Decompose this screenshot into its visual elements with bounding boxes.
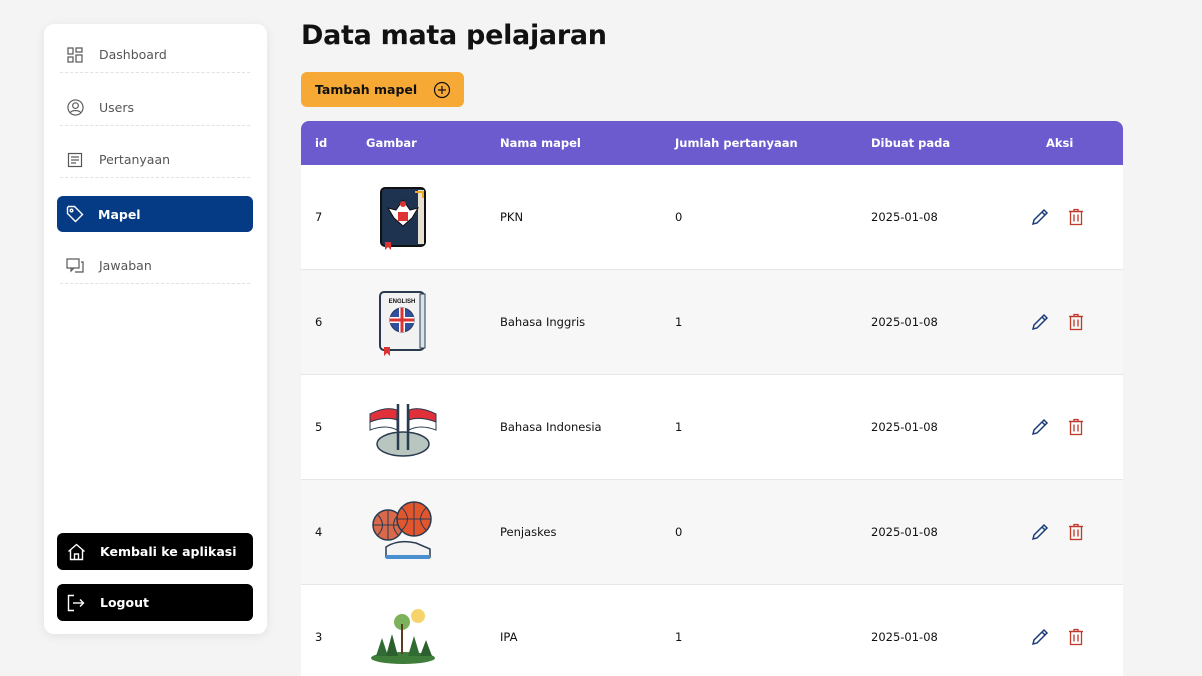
page-title: Data mata pelajaran [301, 20, 607, 51]
table-row: 5 Bahasa Indonesia 1 2025-01-08 [301, 375, 1123, 480]
home-icon [66, 542, 86, 562]
table-row: 6 ENGLISH Bahasa Inggris 1 2025-01-08 [301, 270, 1123, 375]
sports-balls-icon [368, 480, 438, 584]
pencil-icon [1031, 313, 1049, 331]
sidebar-item-label: Jawaban [99, 258, 152, 273]
edit-button[interactable] [1031, 270, 1049, 374]
logout-label: Logout [100, 595, 149, 610]
indonesia-flags-icon [368, 375, 438, 479]
table-row: 4 Penjaskes 0 2025-01-08 [301, 480, 1123, 585]
sidebar-item-label: Dashboard [99, 47, 167, 62]
edit-button[interactable] [1031, 165, 1049, 269]
row-created: 2025-01-08 [871, 315, 938, 329]
pencil-icon [1031, 523, 1049, 541]
row-count: 0 [675, 210, 683, 224]
user-circle-icon [66, 99, 84, 117]
pencil-icon [1031, 628, 1049, 646]
delete-button[interactable] [1068, 270, 1084, 374]
row-count: 0 [675, 525, 683, 539]
logout-button[interactable]: Logout [57, 584, 253, 621]
document-icon [66, 151, 84, 169]
pencil-icon [1031, 208, 1049, 226]
row-count: 1 [675, 630, 683, 644]
sidebar-item-dashboard[interactable]: Dashboard [60, 37, 250, 73]
delete-button[interactable] [1068, 585, 1084, 676]
row-id: 5 [315, 420, 323, 434]
table-row: 7 PKN 0 2025-01-08 [301, 165, 1123, 270]
sidebar-item-users[interactable]: Users [60, 90, 250, 126]
delete-button[interactable] [1068, 480, 1084, 584]
add-mapel-button[interactable]: Tambah mapel [301, 72, 464, 107]
sidebar-item-label: Pertanyaan [99, 152, 171, 167]
tag-icon [66, 205, 84, 223]
column-header-dibuat: Dibuat pada [871, 136, 951, 150]
row-id: 3 [315, 630, 323, 644]
row-id: 4 [315, 525, 323, 539]
plus-circle-icon [433, 81, 451, 99]
row-count: 1 [675, 315, 683, 329]
forest-icon [368, 585, 438, 676]
column-header-jumlah: Jumlah pertanyaan [675, 136, 798, 150]
row-count: 1 [675, 420, 683, 434]
back-to-app-button[interactable]: Kembali ke aplikasi [57, 533, 253, 570]
delete-button[interactable] [1068, 165, 1084, 269]
column-header-aksi: Aksi [1046, 136, 1074, 150]
trash-icon [1069, 418, 1083, 436]
row-created: 2025-01-08 [871, 420, 938, 434]
row-created: 2025-01-08 [871, 210, 938, 224]
trash-icon [1069, 628, 1083, 646]
table-header: id Gambar Nama mapel Jumlah pertanyaan D… [301, 121, 1123, 165]
sidebar-item-jawaban[interactable]: Jawaban [60, 248, 250, 284]
edit-button[interactable] [1031, 585, 1049, 676]
sidebar-item-label: Users [99, 100, 135, 115]
column-header-gambar: Gambar [366, 136, 417, 150]
mapel-table: id Gambar Nama mapel Jumlah pertanyaan D… [301, 121, 1123, 676]
pencil-icon [1031, 418, 1049, 436]
delete-button[interactable] [1068, 375, 1084, 479]
row-name: Bahasa Indonesia [500, 420, 602, 434]
logout-icon [66, 593, 86, 613]
pkn-book-icon [368, 165, 438, 269]
sidebar-item-mapel[interactable]: Mapel [57, 196, 253, 232]
edit-button[interactable] [1031, 480, 1049, 584]
add-mapel-label: Tambah mapel [315, 82, 418, 97]
column-header-nama: Nama mapel [500, 136, 581, 150]
edit-button[interactable] [1031, 375, 1049, 479]
chat-icon [66, 257, 84, 275]
sidebar-item-label: Mapel [98, 206, 141, 222]
sidebar-item-pertanyaan[interactable]: Pertanyaan [60, 142, 250, 178]
row-name: Bahasa Inggris [500, 315, 586, 329]
back-to-app-label: Kembali ke aplikasi [100, 544, 237, 559]
table-row: 3 IPA 1 2025-01-08 [301, 585, 1123, 676]
column-header-id: id [315, 136, 328, 150]
trash-icon [1069, 208, 1083, 226]
row-id: 7 [315, 210, 323, 224]
row-name: PKN [500, 210, 524, 224]
trash-icon [1069, 313, 1083, 331]
row-id: 6 [315, 315, 323, 329]
row-created: 2025-01-08 [871, 630, 938, 644]
grid-icon [66, 46, 84, 64]
row-name: Penjaskes [500, 525, 557, 539]
row-name: IPA [500, 630, 518, 644]
english-book-icon: ENGLISH [368, 270, 438, 374]
trash-icon [1069, 523, 1083, 541]
svg-text:ENGLISH: ENGLISH [389, 299, 416, 305]
row-created: 2025-01-08 [871, 525, 938, 539]
